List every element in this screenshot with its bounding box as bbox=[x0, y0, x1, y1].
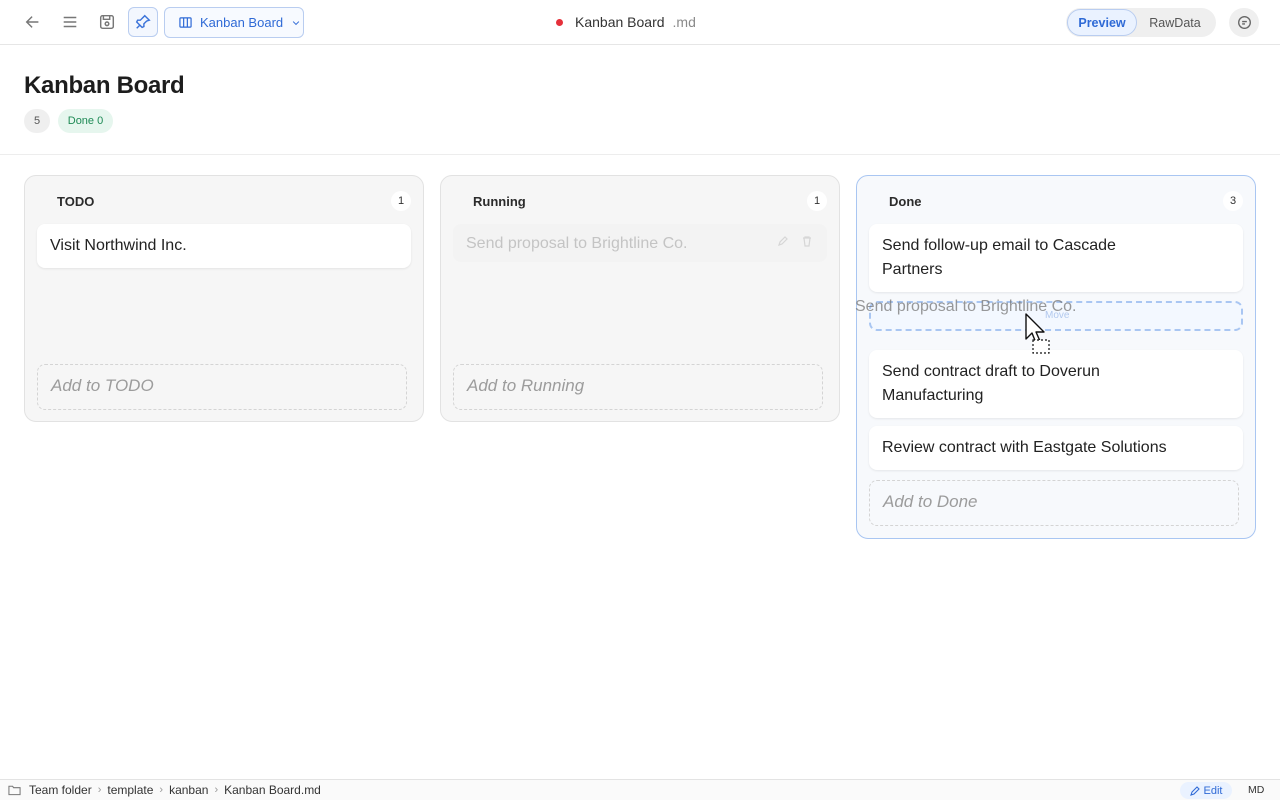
document-extension: .md bbox=[672, 14, 696, 30]
save-icon[interactable] bbox=[92, 7, 122, 37]
done-count-badge: Done 0 bbox=[58, 109, 113, 133]
column-running: Running 1 Send proposal to Brightline Co… bbox=[440, 175, 840, 422]
column-done: Done 3 Send follow-up email to Cascade P… bbox=[856, 175, 1256, 539]
chevron-right-icon: › bbox=[159, 784, 164, 796]
breadcrumb-item[interactable]: Team folder bbox=[29, 783, 92, 797]
breadcrumb: Team folder › template › kanban › Kanban… bbox=[8, 783, 321, 797]
drag-cursor-icon bbox=[1025, 313, 1050, 354]
document-title: Kanban Board .md bbox=[556, 13, 696, 31]
chevron-down-icon bbox=[292, 20, 300, 25]
board-icon bbox=[179, 17, 192, 28]
pencil-icon bbox=[1189, 785, 1200, 796]
back-arrow-icon[interactable] bbox=[18, 7, 48, 37]
column-title: TODO bbox=[57, 194, 95, 209]
add-card-input[interactable]: Add to Done bbox=[869, 480, 1239, 526]
drag-preview-card: Send proposal to Brightline Co. Move bbox=[855, 298, 1155, 322]
kanban-card[interactable]: Send follow-up email to Cascade Partners bbox=[869, 224, 1243, 292]
ghost-card-text: Send proposal to Brightline Co. bbox=[466, 235, 688, 252]
column-count: 3 bbox=[1223, 191, 1243, 211]
pin-toggle-icon[interactable] bbox=[128, 7, 158, 37]
view-mode-toggle: Preview RawData bbox=[1066, 8, 1216, 37]
rawdata-tab[interactable]: RawData bbox=[1137, 9, 1213, 36]
column-title: Done bbox=[889, 194, 922, 209]
view-selector-dropdown[interactable]: Kanban Board bbox=[164, 7, 304, 38]
edit-icon bbox=[778, 236, 788, 246]
chevron-right-icon: › bbox=[97, 784, 102, 796]
add-card-input[interactable]: Add to Running bbox=[453, 364, 823, 410]
folder-icon bbox=[8, 785, 21, 796]
menu-icon[interactable] bbox=[55, 7, 85, 37]
dragging-card-placeholder: Send proposal to Brightline Co. bbox=[453, 224, 827, 262]
comment-icon[interactable] bbox=[1229, 8, 1259, 37]
breadcrumb-item[interactable]: Kanban Board.md bbox=[224, 783, 321, 797]
column-title: Running bbox=[473, 194, 526, 209]
edit-button[interactable]: Edit bbox=[1180, 782, 1232, 799]
chevron-right-icon: › bbox=[214, 784, 219, 796]
edit-label: Edit bbox=[1203, 784, 1223, 797]
document-name: Kanban Board bbox=[575, 14, 665, 30]
column-count: 1 bbox=[391, 191, 411, 211]
total-count-badge: 5 bbox=[24, 109, 50, 133]
kanban-card[interactable]: Send contract draft to Doverun Manufactu… bbox=[869, 350, 1243, 418]
kanban-card[interactable]: Visit Northwind Inc. bbox=[37, 224, 411, 268]
format-indicator: MD bbox=[1248, 784, 1265, 796]
top-toolbar: Kanban Board Kanban Board .md Preview Ra… bbox=[0, 0, 1280, 45]
view-selector-label: Kanban Board bbox=[200, 15, 284, 30]
column-count: 1 bbox=[807, 191, 827, 211]
add-card-input[interactable]: Add to TODO bbox=[37, 364, 407, 410]
page-title: Kanban Board bbox=[24, 72, 185, 99]
trash-icon bbox=[803, 236, 811, 247]
status-bar: Team folder › template › kanban › Kanban… bbox=[0, 779, 1280, 800]
header-divider bbox=[0, 154, 1280, 155]
preview-tab[interactable]: Preview bbox=[1067, 9, 1137, 36]
kanban-card[interactable]: Review contract with Eastgate Solutions bbox=[869, 426, 1243, 470]
column-todo: TODO 1 Visit Northwind Inc. Add to TODO bbox=[24, 175, 424, 422]
breadcrumb-item[interactable]: template bbox=[107, 783, 153, 797]
breadcrumb-item[interactable]: kanban bbox=[169, 783, 208, 797]
unsaved-indicator bbox=[556, 18, 563, 26]
